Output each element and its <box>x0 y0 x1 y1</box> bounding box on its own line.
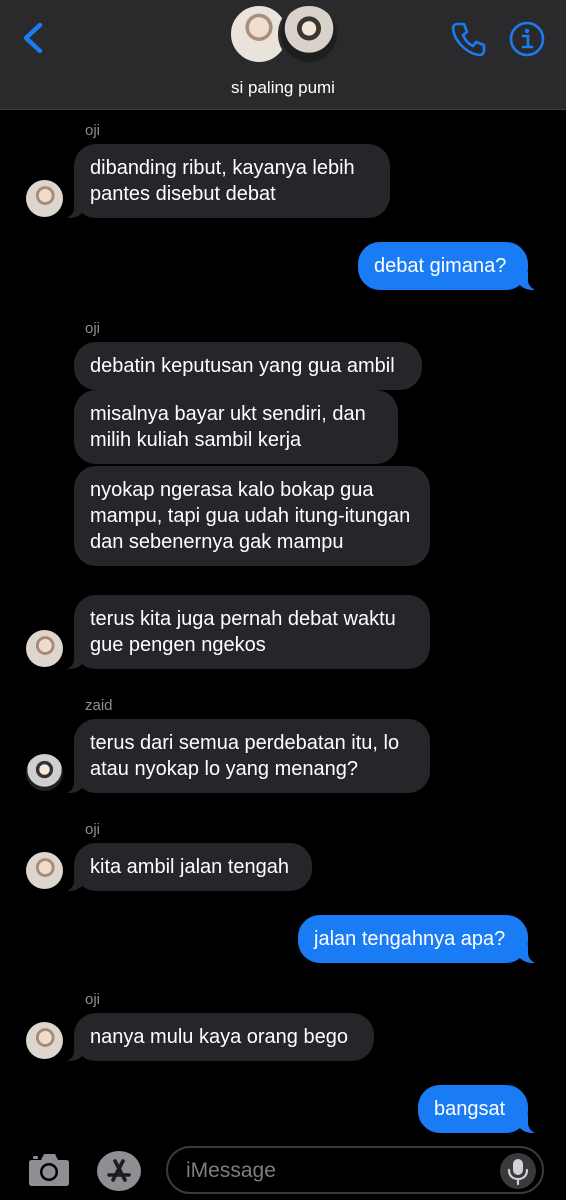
message-bubble-incoming[interactable]: terus dari semua perdebatan itu, lo atau… <box>58 719 430 793</box>
message-text: nyokap ngerasa kalo bokap gua mampu, tap… <box>90 479 411 553</box>
message-bubble-outgoing[interactable]: bangsat <box>418 1085 544 1133</box>
message-bubble-incoming[interactable]: nanya mulu kaya orang bego <box>58 1013 374 1061</box>
group-avatar[interactable] <box>226 3 342 67</box>
message-input[interactable]: iMessage <box>166 1146 544 1194</box>
sender-name: oji <box>85 821 101 838</box>
sender-avatar[interactable] <box>26 852 63 889</box>
message-bubble-incoming[interactable]: dibanding ribut, kayanya lebih pantes di… <box>58 144 390 218</box>
conversation-header: si paling pumi <box>0 0 566 110</box>
phone-icon <box>451 22 486 57</box>
back-chevron-icon <box>23 22 43 54</box>
message-bubble-outgoing[interactable]: jalan tengahnya apa? <box>298 915 544 963</box>
message-text: kita ambil jalan tengah <box>90 856 290 878</box>
message-text: terus kita juga pernah debat waktu gue p… <box>90 608 396 656</box>
member-avatar-zaid <box>278 3 340 65</box>
camera-icon <box>29 1154 69 1186</box>
sender-avatar[interactable] <box>26 754 63 791</box>
message-text: debat gimana? <box>374 255 507 277</box>
group-name[interactable]: si paling pumi <box>0 78 566 98</box>
message-text: debatin keputusan yang gua ambil <box>90 355 395 377</box>
sender-name: oji <box>85 320 101 337</box>
app-store-button[interactable] <box>95 1149 143 1193</box>
info-icon <box>509 21 545 57</box>
sender-avatar[interactable] <box>26 630 63 667</box>
message-text: nanya mulu kaya orang bego <box>90 1026 348 1048</box>
message-bubble-outgoing[interactable]: debat gimana? <box>358 242 544 290</box>
sender-name: zaid <box>85 697 113 714</box>
dictation-button[interactable] <box>500 1153 536 1189</box>
sender-avatar[interactable] <box>26 1022 63 1059</box>
app-store-icon <box>97 1151 141 1191</box>
message-bubble-incoming[interactable]: misalnya bayar ukt sendiri, dan milih ku… <box>74 390 398 464</box>
call-button[interactable] <box>450 20 488 58</box>
message-text: misalnya bayar ukt sendiri, dan milih ku… <box>90 403 366 451</box>
message-bubble-incoming[interactable]: debatin keputusan yang gua ambil <box>74 342 422 390</box>
sender-avatar[interactable] <box>26 180 63 217</box>
sender-name: oji <box>85 122 101 139</box>
microphone-icon <box>507 1159 529 1186</box>
sender-name: oji <box>85 991 101 1008</box>
message-bubble-incoming[interactable]: nyokap ngerasa kalo bokap gua mampu, tap… <box>74 466 430 566</box>
message-text: bangsat <box>434 1098 506 1120</box>
message-text: terus dari semua perdebatan itu, lo atau… <box>90 732 400 780</box>
message-text: dibanding ribut, kayanya lebih pantes di… <box>90 157 355 205</box>
message-text: jalan tengahnya apa? <box>314 928 506 950</box>
camera-button[interactable] <box>28 1150 70 1188</box>
message-bubble-incoming[interactable]: kita ambil jalan tengah <box>58 843 312 891</box>
back-button[interactable] <box>18 20 52 56</box>
info-button[interactable] <box>508 20 546 58</box>
message-bubble-incoming[interactable]: terus kita juga pernah debat waktu gue p… <box>58 595 430 669</box>
message-input-placeholder: iMessage <box>186 1159 276 1182</box>
